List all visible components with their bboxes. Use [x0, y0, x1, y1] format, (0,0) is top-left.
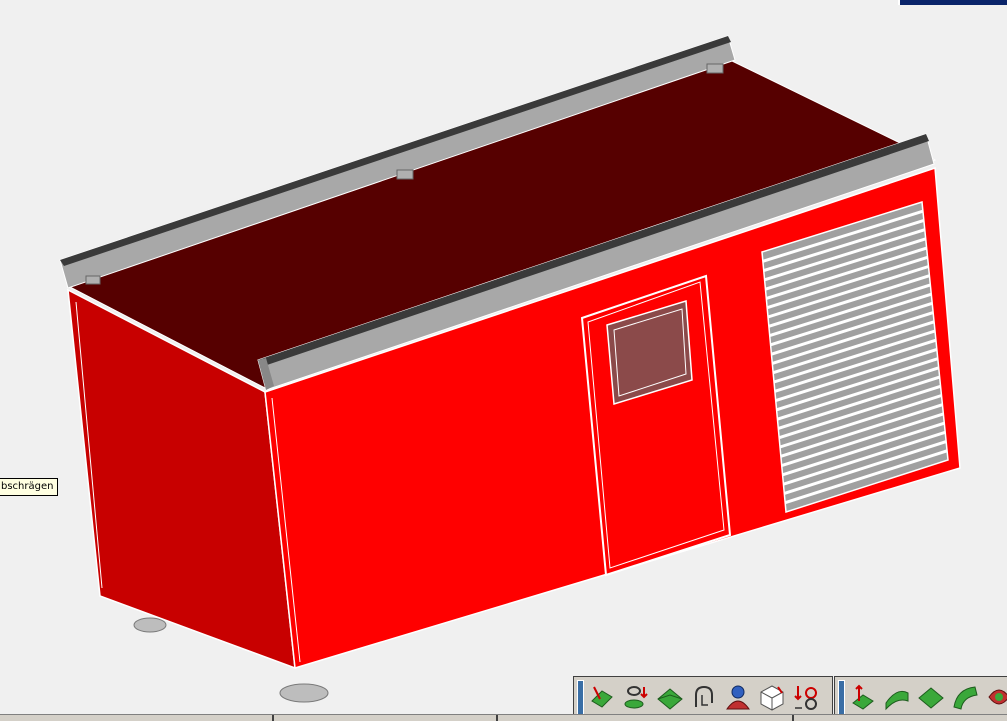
arrow-surface-icon: [852, 684, 874, 710]
surface-plane-button[interactable]: [655, 680, 685, 714]
arrow-surface-button[interactable]: [848, 680, 878, 714]
roller-shutter: [761, 201, 949, 513]
flat-surface-icon: [918, 687, 944, 709]
swept-surface-icon: [885, 690, 909, 711]
curved-surface-icon: [953, 686, 978, 710]
status-separator: [792, 715, 794, 721]
3d-viewport[interactable]: [0, 0, 1007, 720]
revolve-arrow-button[interactable]: [621, 680, 651, 714]
tooltip: bschrägen: [0, 478, 59, 496]
curve-direction-button[interactable]: [791, 680, 821, 714]
surface-plane-icon: [657, 688, 683, 710]
status-separator: [496, 715, 498, 721]
surface-arrow-button[interactable]: [587, 680, 617, 714]
flat-surface-button[interactable]: [916, 680, 946, 714]
title-strip: [898, 0, 1007, 5]
wire-hook-button[interactable]: [689, 680, 719, 714]
toolbar-grip-handle[interactable]: [577, 680, 584, 718]
colored-shape-icon: [988, 689, 1007, 705]
swept-surface-button[interactable]: [882, 680, 912, 714]
cube-outline-icon: [760, 685, 784, 711]
colored-shape-button[interactable]: [984, 680, 1007, 714]
person-icon: [726, 685, 750, 710]
curved-surface-button[interactable]: [950, 680, 980, 714]
status-separator: [272, 715, 274, 721]
person-button[interactable]: [723, 680, 753, 714]
revolve-arrow-icon: [624, 686, 648, 709]
toolbar-grip-handle[interactable]: [838, 680, 845, 718]
cube-outline-button[interactable]: [757, 680, 787, 714]
container-door: [580, 274, 732, 577]
wire-hook-icon: [695, 685, 713, 707]
surface-arrow-icon: [591, 686, 613, 708]
curve-direction-icon: [794, 686, 817, 710]
